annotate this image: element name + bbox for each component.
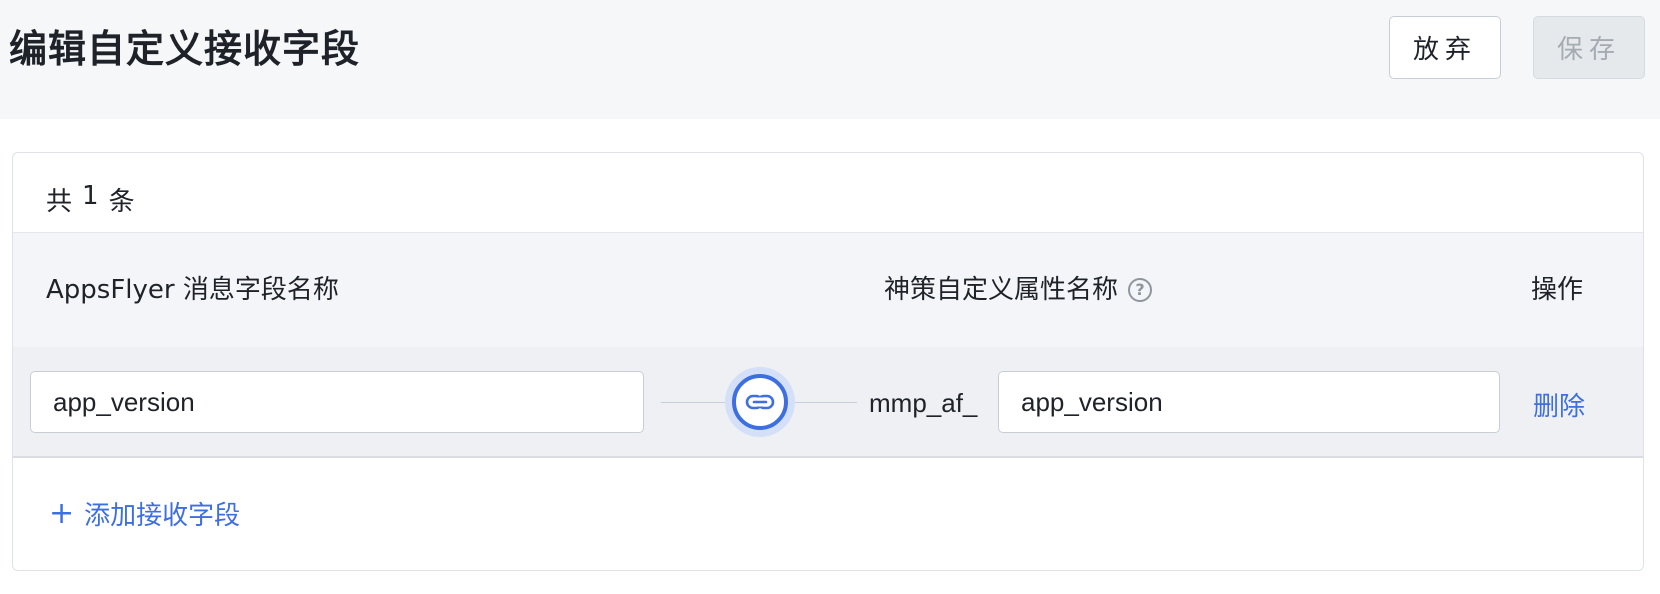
link-icon xyxy=(732,374,788,430)
add-field-label: 添加接收字段 xyxy=(84,501,241,531)
record-count: 共 1 条 xyxy=(46,181,135,218)
count-prefix: 共 xyxy=(46,187,73,217)
plus-icon: + xyxy=(49,495,75,531)
column-header-target-label: 神策自定义属性名称 xyxy=(884,275,1119,305)
page-header: 编辑自定义接收字段 放弃 保存 xyxy=(0,0,1660,119)
connector-line-left xyxy=(661,402,733,403)
table-header: AppsFlyer 消息字段名称 神策自定义属性名称 ? 操作 xyxy=(13,232,1643,347)
source-field-input[interactable]: app_version xyxy=(30,371,644,433)
column-header-target: 神策自定义属性名称 ? xyxy=(884,273,1153,307)
delete-row-link[interactable]: 删除 xyxy=(1533,386,1585,423)
link-icon-wrapper xyxy=(725,367,795,437)
column-header-source: AppsFlyer 消息字段名称 xyxy=(46,275,339,305)
field-mapping-card: 共 1 条 AppsFlyer 消息字段名称 神策自定义属性名称 ? 操作 ap… xyxy=(12,152,1644,571)
page-title: 编辑自定义接收字段 xyxy=(9,27,361,71)
discard-button[interactable]: 放弃 xyxy=(1389,16,1501,79)
count-value: 1 xyxy=(82,181,99,211)
target-prefix: mmp_af_ xyxy=(869,388,978,418)
save-button[interactable]: 保存 xyxy=(1533,16,1645,79)
table-row: app_version mmp_af_ app_version 删除 xyxy=(13,347,1643,458)
count-suffix: 条 xyxy=(108,187,135,217)
help-circle-icon[interactable]: ? xyxy=(1128,278,1153,302)
column-header-actions: 操作 xyxy=(1531,275,1584,305)
target-field-input[interactable]: app_version xyxy=(998,371,1500,433)
add-field-link[interactable]: + 添加接收字段 xyxy=(49,495,240,532)
connector-line-right xyxy=(791,402,857,403)
